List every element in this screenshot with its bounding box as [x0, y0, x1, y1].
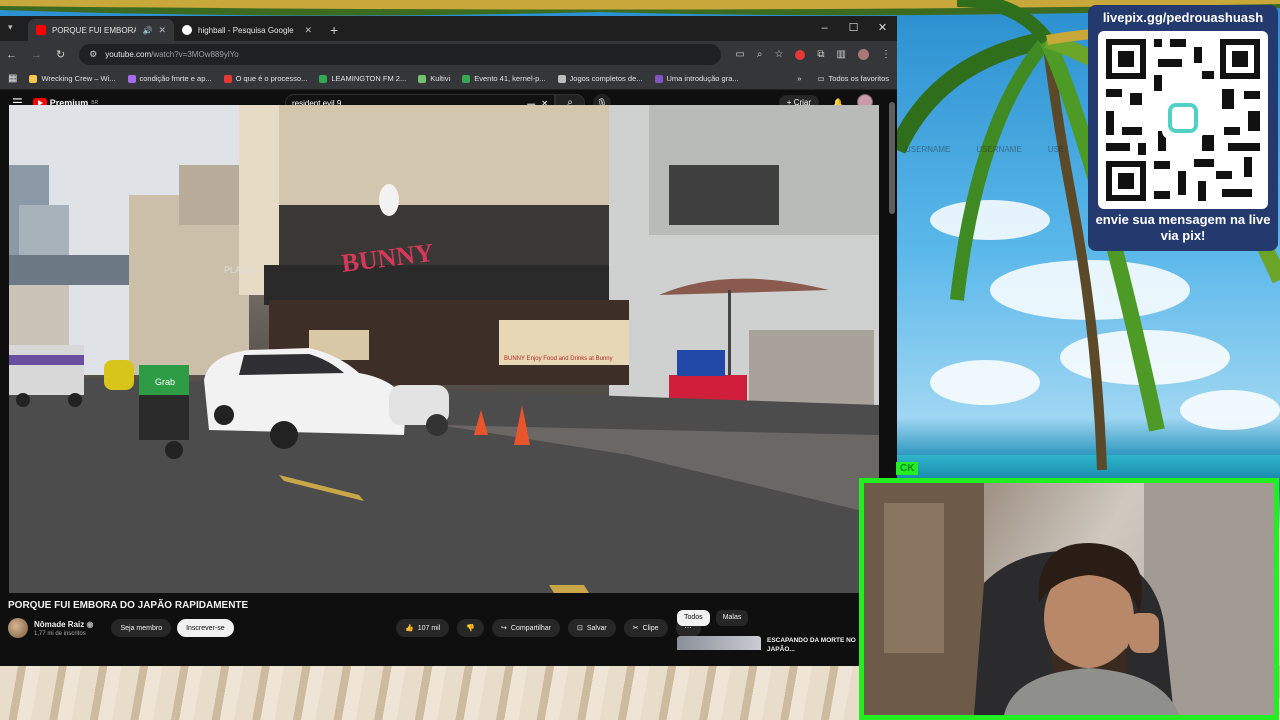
- cam-label: CK: [896, 462, 919, 475]
- bookmark-item[interactable]: Wrecking Crew – Wi...: [29, 74, 116, 83]
- window-controls: – ☐ ✕: [810, 16, 897, 40]
- username-placeholder: USERNAME: [976, 145, 1022, 154]
- livepix-url: livepix.gg/pedrouashuash: [1102, 10, 1264, 25]
- zoom-icon[interactable]: ⌕: [757, 49, 763, 60]
- livepix-panel: livepix.gg/pedrouashuash envie sua mensa…: [1088, 5, 1278, 251]
- qr-pattern: [1106, 39, 1260, 201]
- sidebar-icon[interactable]: ▥: [837, 49, 846, 60]
- profile-avatar[interactable]: [858, 49, 869, 60]
- share-icon: ↪: [501, 625, 507, 632]
- tab-title: PORQUE FUI EMBORA DO: [52, 25, 137, 35]
- bookmark-item[interactable]: Jogos completos de...: [557, 74, 643, 83]
- minimize-icon[interactable]: –: [810, 16, 839, 40]
- recommended-thumbnail[interactable]: [677, 636, 761, 650]
- share-button[interactable]: ↪ Compartilhar: [492, 619, 560, 637]
- bookmark-item[interactable]: O que é o processo...: [223, 74, 307, 83]
- close-tab-icon[interactable]: ✕: [158, 25, 166, 36]
- extension-icon[interactable]: [795, 49, 806, 60]
- bookmark-favicon-icon: [462, 74, 471, 83]
- close-window-icon[interactable]: ✕: [868, 16, 897, 40]
- youtube-favicon-icon: [36, 25, 46, 35]
- tab-google-search[interactable]: highball - Pesquisa Google ✕: [174, 19, 320, 41]
- subscribe-button[interactable]: Inscrever-se: [177, 619, 234, 637]
- thumbs-up-icon: 👍: [405, 625, 414, 632]
- browser-menu-icon[interactable]: ⋮: [881, 49, 891, 60]
- webcam-scene: [864, 483, 1274, 715]
- grab-text: Grab: [155, 377, 175, 387]
- dislike-button[interactable]: 👎: [457, 619, 485, 637]
- back-icon[interactable]: ←: [6, 49, 17, 61]
- username-placeholder: USE: [1047, 145, 1065, 154]
- tab-search-icon[interactable]: ▾: [8, 22, 13, 33]
- bookmark-favicon-icon: [654, 74, 663, 83]
- site-info-icon[interactable]: ⚙: [89, 49, 97, 60]
- like-button[interactable]: 👍 107 mil: [396, 619, 450, 637]
- bookmark-icon: ⊡: [576, 625, 583, 632]
- tab-strip: ▾ PORQUE FUI EMBORA DO 🔊 ✕ highball - Pe…: [0, 16, 897, 41]
- google-favicon-icon: [182, 25, 192, 35]
- bookmarks-bar: ▦ Wrecking Crew – Wi... condição fmrte e…: [0, 68, 897, 90]
- cast-icon[interactable]: ▭: [735, 49, 744, 60]
- save-button[interactable]: ⊡ Salvar: [567, 619, 616, 637]
- bookmark-item[interactable]: LEAMINGTON FM 2...: [319, 74, 406, 83]
- verified-icon: ◉: [86, 619, 94, 629]
- username-placeholder: USERNAME: [905, 145, 951, 154]
- webcam-feed: [859, 478, 1279, 720]
- alert-usernames: USERNAME USERNAME USE: [905, 145, 1064, 154]
- url-host: youtube.com: [105, 50, 152, 59]
- video-player[interactable]: BUNNY Enjoy Food and Drinks at Bunny BUN…: [9, 105, 879, 593]
- livepix-cta: envie sua mensagem na live via pix!: [1095, 212, 1271, 243]
- tab-title: highball - Pesquisa Google: [198, 25, 294, 35]
- bookmark-favicon-icon: [418, 74, 427, 83]
- bookmark-favicon-icon: [557, 74, 566, 83]
- reload-icon[interactable]: ↻: [56, 48, 65, 61]
- bookmark-favicon-icon: [223, 74, 232, 83]
- chip-malas[interactable]: Malas: [715, 610, 749, 626]
- page-scrollbar[interactable]: [889, 102, 895, 214]
- video-frame: BUNNY Enjoy Food and Drinks at Bunny BUN…: [9, 105, 879, 593]
- video-title: PORQUE FUI EMBORA DO JAPÃO RAPIDAMENTE: [8, 600, 249, 611]
- bookmark-favicon-icon: [319, 74, 328, 83]
- qr-code: [1098, 31, 1268, 209]
- new-tab-button[interactable]: +: [320, 22, 348, 41]
- folder-icon: ▭: [817, 74, 825, 83]
- channel-row: Nômade Raiz ◉ 1,77 mi de inscritos Seja …: [8, 618, 234, 638]
- maximize-icon[interactable]: ☐: [839, 16, 868, 40]
- recommended-title[interactable]: ESCAPANDO DA MORTE NO JAPÃO...: [767, 636, 867, 654]
- bookmark-item[interactable]: Kultivi: [418, 74, 450, 83]
- bookmark-favicon-icon: [29, 74, 38, 83]
- food-banner-text: BUNNY Enjoy Food and Drinks at Bunny: [504, 356, 613, 362]
- apps-grid-icon[interactable]: ▦: [8, 73, 17, 84]
- plaza-sign: PLAZA: [224, 265, 253, 275]
- toolbar-icons: ▭ ⌕ ☆ ⧉ ▥ ⋮: [735, 49, 891, 60]
- bookmark-star-icon[interactable]: ☆: [774, 49, 783, 60]
- channel-avatar[interactable]: [8, 618, 28, 638]
- clip-button[interactable]: ✂ Clipe: [623, 619, 668, 637]
- speaker-icon[interactable]: 🔊: [142, 26, 152, 35]
- url-path: /watch?v=3MOw889ylYo: [151, 50, 239, 59]
- more-bookmarks-icon[interactable]: »: [797, 74, 801, 83]
- video-actions: 👍 107 mil 👎 ↪ Compartilhar ⊡ Salvar ✂ Clipe …: [396, 619, 701, 637]
- bookmark-item[interactable]: condição fmrte e ap...: [127, 74, 212, 83]
- recommendation-chips: Todos Malas: [677, 610, 749, 626]
- scissors-icon: ✂: [632, 625, 639, 632]
- url-field[interactable]: ⚙ youtube.com/watch?v=3MOw889ylYo: [79, 44, 722, 65]
- address-bar-row: ← → ↻ ⚙ youtube.com/watch?v=3MOw889ylYo …: [0, 41, 897, 68]
- subscriber-count: 1,77 mi de inscritos: [34, 630, 86, 637]
- chip-todos[interactable]: Todos: [677, 610, 710, 626]
- bookmark-item[interactable]: Uma introdução gra...: [654, 74, 739, 83]
- thumbs-down-icon: 👎: [466, 625, 476, 632]
- tab-youtube-video[interactable]: PORQUE FUI EMBORA DO 🔊 ✕: [28, 19, 174, 41]
- forward-icon[interactable]: →: [31, 49, 42, 61]
- bookmark-item[interactable]: Evento 41, kernel-p...: [462, 74, 546, 83]
- extensions-puzzle-icon[interactable]: ⧉: [817, 49, 824, 60]
- join-button[interactable]: Seja membro: [111, 619, 172, 637]
- bookmark-favicon-icon: [127, 74, 136, 83]
- channel-name[interactable]: Nômade Raiz ◉: [34, 620, 93, 629]
- recommended-video[interactable]: ESCAPANDO DA MORTE NO JAPÃO... ⋮: [677, 636, 882, 654]
- all-favorites-folder[interactable]: ▭ Todos os favoritos: [817, 74, 889, 83]
- close-tab-icon[interactable]: ✕: [304, 25, 312, 36]
